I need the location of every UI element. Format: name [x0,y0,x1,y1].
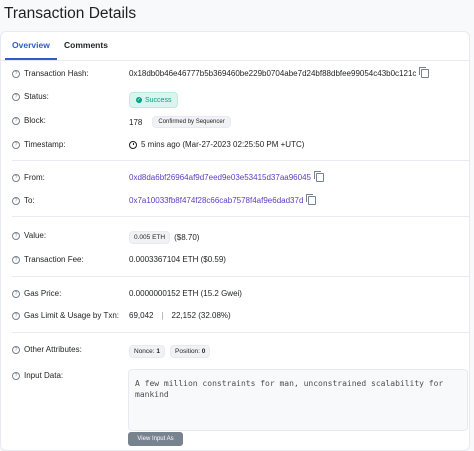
status-label: Status: [24,92,49,101]
input-data-label: Input Data: [24,371,64,380]
help-icon[interactable]: ? [12,289,20,298]
value-row: ? Value: 0.005 ETH ($8.70) [1,229,469,245]
gas-limit-label: Gas Limit & Usage by Txn: [24,311,119,320]
copy-icon[interactable] [306,194,317,205]
tab-bar: Overview Comments [1,32,469,61]
fee-row: ? Transaction Fee: 0.0003367104 ETH ($0.5… [1,253,469,269]
separator: | [161,311,164,320]
gas-price-label: Gas Price: [24,289,62,298]
help-icon[interactable]: ? [12,255,20,264]
position-pill: Position: 0 [170,345,211,358]
status-value: Success [145,96,172,104]
other-attributes-label: Other Attributes: [24,345,82,354]
help-icon[interactable]: ? [12,140,20,149]
hash-label: Transaction Hash: [24,69,89,78]
gas-price-value: 0.0000000152 ETH (15.2 Gwei) [129,289,242,298]
copy-icon[interactable] [419,67,430,78]
help-icon[interactable]: ? [12,311,20,320]
input-data-textarea[interactable]: A few million constraints for man, uncon… [128,369,468,431]
timestamp-value: 5 mins ago (Mar-27-2023 02:25:50 PM +UTC… [141,140,305,149]
tab-overview[interactable]: Overview [12,40,50,50]
gas-price-row: ? Gas Price: 0.0000000152 ETH (15.2 Gwei) [1,287,469,303]
block-row: ? Block: 178 Confirmed by Sequencer [1,114,469,130]
block-label: Block: [24,116,46,125]
view-input-as-button[interactable]: View Input As [128,432,183,446]
help-icon[interactable]: ? [12,173,20,182]
block-number[interactable]: 178 [129,118,142,127]
timestamp-label: Timestamp: [24,140,66,149]
value-label: Value: [24,231,47,240]
fee-value: 0.0003367104 ETH ($0.59) [129,255,226,264]
divider [12,276,470,277]
help-icon[interactable]: ? [12,116,20,125]
clock-icon [129,140,137,149]
help-icon[interactable]: ? [12,231,20,240]
help-icon[interactable]: ? [12,92,20,101]
hash-row: ? Transaction Hash: 0x18db0b46e46777b5b36… [1,67,469,83]
tab-comments[interactable]: Comments [64,40,108,50]
to-row: ? To: 0x7a10033fb8f474f28c66cab7578f4af9e… [1,194,469,210]
other-attributes-row: ? Other Attributes: Nonce: 1 Position: 0 [1,343,469,359]
gas-limit-value: 69,042 [129,311,154,320]
value-usd: ($8.70) [174,233,200,242]
copy-icon[interactable] [313,171,324,182]
from-address[interactable]: 0xd8da6bf26964af9d7eed9e03e53415d37aa960… [129,173,311,182]
from-label: From: [24,173,45,182]
status-badge: ✓ Success [129,92,179,108]
gas-usage-value: 22,152 (32.08%) [171,311,231,320]
divider [12,216,470,217]
timestamp-row: ? Timestamp: 5 mins ago (Mar-27-2023 02:2… [1,138,469,154]
divider [12,160,470,161]
status-row: ? Status: ✓ Success [1,90,469,108]
to-address[interactable]: 0x7a10033fb8f474f28c66cab7578f4af9e6dad3… [129,196,303,205]
from-row: ? From: 0xd8da6bf26964af9d7eed9e03e53415d… [1,171,469,187]
page-title: Transaction Details [4,5,137,22]
help-icon[interactable]: ? [12,69,20,78]
nonce-pill: Nonce: 1 [129,345,166,358]
active-tab-indicator [5,58,57,60]
gas-limit-row: ? Gas Limit & Usage by Txn: 69,042 | 22,152… [1,309,469,325]
value-amount: 0.005 ETH [129,231,171,244]
fee-label: Transaction Fee: [24,255,84,264]
to-label: To: [24,196,35,205]
divider [12,332,470,333]
check-icon: ✓ [136,97,142,103]
help-icon[interactable]: ? [12,371,20,380]
confirmation-badge: Confirmed by Sequencer [152,116,231,128]
help-icon[interactable]: ? [12,345,20,354]
help-icon[interactable]: ? [12,196,20,205]
hash-value: 0x18db0b46e46777b5b369460be229b0704abe7d… [129,69,417,78]
